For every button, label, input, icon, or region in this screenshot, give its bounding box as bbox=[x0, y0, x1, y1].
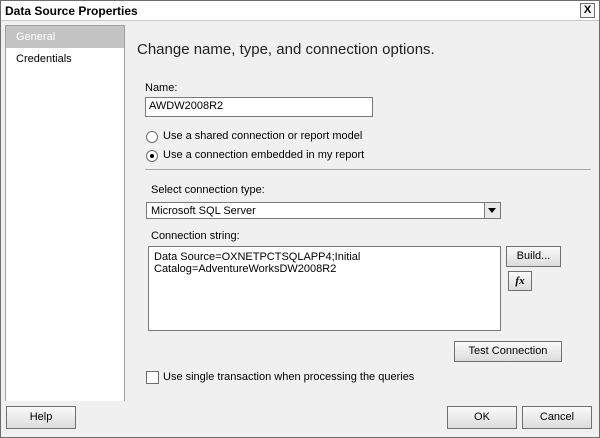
radio-embedded-connection[interactable] bbox=[146, 150, 158, 162]
general-panel: Change name, type, and connection option… bbox=[129, 25, 597, 400]
test-connection-button[interactable]: Test Connection bbox=[454, 341, 562, 362]
connection-type-value: Microsoft SQL Server bbox=[151, 205, 256, 217]
page-heading: Change name, type, and connection option… bbox=[137, 41, 435, 58]
data-source-properties-dialog: Data Source Properties X General Credent… bbox=[0, 0, 600, 438]
cancel-button[interactable]: Cancel bbox=[522, 406, 592, 429]
button-bar: Help OK Cancel bbox=[1, 401, 599, 437]
single-transaction-checkbox[interactable] bbox=[146, 371, 159, 384]
name-label: Name: bbox=[145, 82, 178, 94]
connection-string-line-2: Catalog=AdventureWorksDW2008R2 bbox=[154, 263, 337, 275]
connection-string-label: Connection string: bbox=[151, 230, 240, 242]
radio-embedded-connection-label: Use a connection embedded in my report bbox=[163, 149, 365, 161]
chevron-down-icon[interactable] bbox=[484, 203, 500, 218]
sidebar: General Credentials bbox=[5, 25, 125, 402]
dialog-title: Data Source Properties bbox=[5, 4, 138, 18]
close-button[interactable]: X bbox=[580, 3, 595, 18]
sidebar-item-general[interactable]: General bbox=[6, 26, 124, 48]
connection-string-textarea[interactable]: Data Source=OXNETPCTSQLAPP4;Initial Cata… bbox=[148, 246, 501, 331]
connection-type-label: Select connection type: bbox=[151, 184, 265, 196]
section-divider bbox=[145, 169, 591, 170]
ok-button[interactable]: OK bbox=[447, 406, 517, 429]
radio-shared-connection-label: Use a shared connection or report model bbox=[163, 130, 363, 142]
title-bar: Data Source Properties X bbox=[1, 1, 599, 21]
connection-type-select[interactable]: Microsoft SQL Server bbox=[146, 202, 501, 219]
expression-button[interactable]: fx bbox=[508, 271, 532, 291]
single-transaction-label: Use single transaction when processing t… bbox=[163, 371, 415, 383]
sidebar-item-credentials[interactable]: Credentials bbox=[6, 48, 124, 70]
function-icon: fx bbox=[515, 275, 525, 287]
connection-string-line-1: Data Source=OXNETPCTSQLAPP4;Initial bbox=[154, 251, 361, 263]
radio-shared-connection[interactable] bbox=[146, 131, 158, 143]
name-input[interactable]: AWDW2008R2 bbox=[145, 97, 373, 117]
help-button[interactable]: Help bbox=[6, 406, 76, 429]
build-button[interactable]: Build... bbox=[506, 246, 561, 267]
